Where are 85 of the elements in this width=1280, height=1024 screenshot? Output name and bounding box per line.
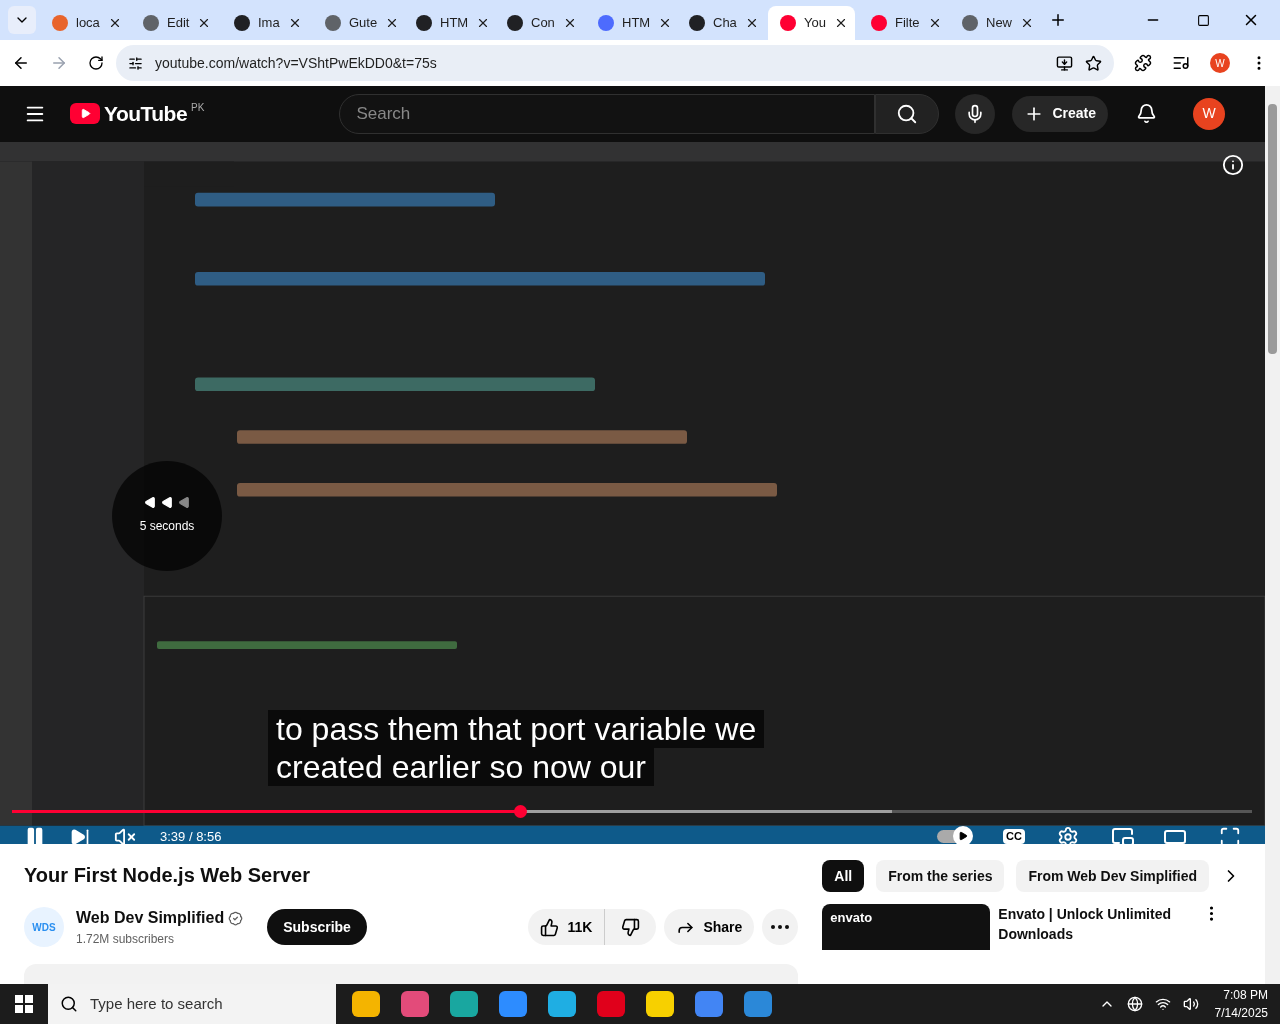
clock-time: 7:08 PM bbox=[1223, 987, 1268, 1004]
play-icon bbox=[958, 831, 969, 842]
filter-chip[interactable]: From Web Dev Simplified bbox=[1016, 860, 1209, 892]
thumbs-up-icon bbox=[540, 917, 560, 937]
url-text: youtube.com/watch?v=VShtPwEkDD0&t=75s bbox=[155, 53, 438, 73]
time-display: 3:39 / 8:56 bbox=[160, 827, 222, 844]
ad-brand: envato bbox=[830, 909, 874, 927]
share-button[interactable]: Share bbox=[664, 909, 755, 945]
taskbar-app-icon[interactable] bbox=[548, 991, 576, 1017]
taskbar-app-icon[interactable] bbox=[352, 991, 380, 1017]
filter-chip[interactable]: From the series bbox=[876, 860, 1005, 892]
fullscreen-icon[interactable] bbox=[1219, 825, 1241, 844]
video-title: Your First Node.js Web Server bbox=[24, 863, 311, 888]
ad-thumbnail[interactable]: envato bbox=[822, 904, 991, 950]
reload-icon[interactable] bbox=[88, 55, 104, 71]
browser-tab[interactable]: HTM bbox=[404, 6, 491, 40]
browser-tab[interactable]: loca bbox=[40, 6, 127, 40]
search-icon bbox=[896, 102, 919, 125]
subscriber-count: 1.72M subscribers bbox=[76, 931, 176, 948]
rewind-icon bbox=[143, 496, 191, 510]
create-button[interactable]: Create bbox=[1012, 95, 1108, 132]
browser-tab[interactable]: Ima bbox=[222, 6, 309, 40]
taskbar-app-icon[interactable] bbox=[450, 991, 478, 1017]
taskbar-app-icon[interactable] bbox=[499, 991, 527, 1017]
taskbar-app-icon[interactable] bbox=[695, 991, 723, 1017]
tab-title: New bbox=[986, 14, 1012, 33]
region-label: PK bbox=[191, 100, 205, 115]
tab-title: Filte bbox=[895, 14, 920, 33]
volume-icon[interactable] bbox=[1182, 996, 1199, 1012]
taskbar-search[interactable]: Type here to search bbox=[48, 984, 336, 1024]
tab-title: You bbox=[804, 14, 826, 33]
tab-title: loca bbox=[76, 14, 100, 33]
wifi-icon[interactable] bbox=[1154, 996, 1171, 1012]
tab-title: Ima bbox=[258, 14, 280, 33]
settings-icon[interactable] bbox=[1057, 825, 1079, 844]
ad-title[interactable]: Envato | Unlock Unlimited Downloads bbox=[998, 904, 1179, 950]
tab-title: Gute bbox=[349, 14, 378, 33]
notifications-icon[interactable] bbox=[1136, 103, 1157, 125]
search-button[interactable] bbox=[875, 93, 940, 134]
bookmark-icon[interactable] bbox=[1085, 54, 1102, 72]
account-avatar[interactable]: W bbox=[1193, 97, 1225, 130]
new-tab-icon[interactable] bbox=[1049, 11, 1067, 29]
more-actions-button[interactable] bbox=[762, 909, 799, 945]
taskbar-app-icon[interactable] bbox=[744, 991, 772, 1017]
subscribe-button[interactable]: Subscribe bbox=[267, 909, 367, 945]
channel-name[interactable]: Web Dev Simplified bbox=[76, 906, 225, 930]
tab-title: Con bbox=[531, 14, 555, 33]
info-icon[interactable] bbox=[1222, 153, 1244, 176]
search-field[interactable]: Search bbox=[339, 93, 876, 134]
browser-tab[interactable]: Cha bbox=[677, 6, 764, 40]
search-icon bbox=[60, 995, 78, 1013]
forward-icon[interactable] bbox=[50, 54, 68, 72]
browser-tab[interactable]: Filte bbox=[859, 6, 946, 40]
more-icon bbox=[771, 925, 790, 929]
browser-tab[interactable]: New bbox=[950, 6, 1037, 40]
browser-tab[interactable]: Edit bbox=[131, 6, 218, 40]
site-info-icon[interactable] bbox=[128, 55, 143, 71]
address-bar[interactable]: youtube.com/watch?v=VShtPwEkDD0&t=75s bbox=[116, 45, 1114, 81]
taskbar-app-icon[interactable] bbox=[646, 991, 674, 1017]
tab-title: Cha bbox=[713, 14, 737, 33]
browser-tab[interactable]: HTM bbox=[586, 6, 673, 40]
seek-label: 5 seconds bbox=[139, 518, 195, 536]
youtube-logo-icon[interactable] bbox=[70, 102, 100, 124]
clock-date: 7/14/2025 bbox=[1214, 1005, 1268, 1022]
restore-icon[interactable] bbox=[1197, 13, 1210, 27]
search-placeholder: Type here to search bbox=[90, 993, 223, 1014]
close-icon[interactable] bbox=[1020, 16, 1034, 30]
video-player[interactable]: 5 seconds to pass them that port variable we created earlier so now our 3:39 / 8:56 CC bbox=[0, 141, 1265, 844]
browser-tab[interactable]: You bbox=[768, 6, 855, 40]
back-icon[interactable] bbox=[12, 54, 30, 72]
tab-title: HTM bbox=[622, 14, 651, 33]
media-icon[interactable] bbox=[1172, 54, 1190, 72]
captions-button[interactable]: CC bbox=[1003, 829, 1025, 844]
youtube-logo-text[interactable]: YouTube bbox=[104, 99, 188, 128]
tab-title: Edit bbox=[167, 14, 190, 33]
tab-search-button[interactable] bbox=[8, 6, 36, 34]
profile-avatar[interactable]: W bbox=[1210, 53, 1230, 73]
install-icon[interactable] bbox=[1056, 54, 1073, 72]
browser-tab[interactable]: Gute bbox=[313, 6, 400, 40]
extensions-icon[interactable] bbox=[1134, 54, 1152, 72]
browser-tab[interactable]: Con bbox=[495, 6, 582, 40]
network-icon[interactable] bbox=[1126, 996, 1143, 1012]
dislike-icon[interactable] bbox=[621, 917, 641, 937]
filter-chip[interactable]: All bbox=[822, 860, 865, 892]
tab-title: HTM bbox=[440, 14, 469, 33]
